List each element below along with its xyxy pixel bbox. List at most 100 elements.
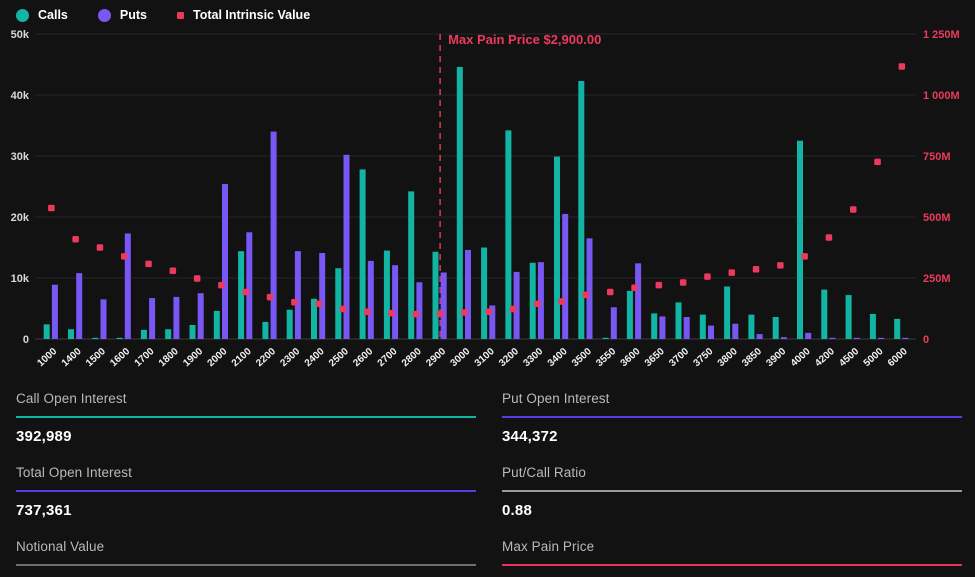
put-bar[interactable]: [659, 316, 665, 339]
put-bar[interactable]: [295, 251, 301, 339]
put-bar[interactable]: [222, 184, 228, 339]
put-bar[interactable]: [781, 337, 787, 339]
intrinsic-value-marker[interactable]: [315, 301, 322, 308]
intrinsic-value-marker[interactable]: [777, 262, 784, 269]
intrinsic-value-marker[interactable]: [340, 306, 347, 313]
intrinsic-value-marker[interactable]: [48, 205, 55, 212]
put-bar[interactable]: [246, 232, 252, 339]
call-bar[interactable]: [554, 157, 560, 339]
put-bar[interactable]: [514, 272, 520, 339]
call-bar[interactable]: [797, 141, 803, 339]
put-bar[interactable]: [878, 338, 884, 339]
put-bar[interactable]: [902, 338, 908, 339]
intrinsic-value-marker[interactable]: [170, 267, 177, 274]
intrinsic-value-marker[interactable]: [413, 311, 420, 318]
put-bar[interactable]: [732, 324, 738, 339]
legend-item-puts[interactable]: Puts: [98, 8, 147, 22]
intrinsic-value-marker[interactable]: [704, 273, 711, 280]
call-bar[interactable]: [44, 324, 50, 339]
intrinsic-value-marker[interactable]: [461, 309, 468, 316]
call-bar[interactable]: [335, 268, 341, 339]
put-bar[interactable]: [708, 326, 714, 339]
intrinsic-value-marker[interactable]: [121, 253, 128, 259]
call-bar[interactable]: [700, 315, 706, 339]
call-bar[interactable]: [724, 287, 730, 339]
put-bar[interactable]: [611, 307, 617, 339]
intrinsic-value-marker[interactable]: [607, 289, 614, 296]
put-bar[interactable]: [441, 273, 447, 339]
intrinsic-value-marker[interactable]: [801, 253, 808, 259]
call-bar[interactable]: [578, 81, 584, 339]
intrinsic-value-marker[interactable]: [583, 292, 590, 299]
put-bar[interactable]: [149, 298, 155, 339]
call-bar[interactable]: [214, 311, 220, 339]
intrinsic-value-marker[interactable]: [291, 299, 298, 306]
put-bar[interactable]: [198, 293, 204, 339]
put-bar[interactable]: [465, 250, 471, 339]
put-bar[interactable]: [805, 333, 811, 339]
put-bar[interactable]: [587, 238, 593, 339]
put-bar[interactable]: [854, 338, 860, 339]
put-bar[interactable]: [392, 265, 398, 339]
intrinsic-value-marker[interactable]: [72, 236, 79, 243]
put-bar[interactable]: [319, 253, 325, 339]
call-bar[interactable]: [676, 302, 682, 339]
put-bar[interactable]: [830, 338, 836, 339]
call-bar[interactable]: [117, 338, 123, 339]
call-bar[interactable]: [846, 295, 852, 339]
intrinsic-value-marker[interactable]: [243, 289, 250, 296]
call-bar[interactable]: [190, 325, 196, 339]
intrinsic-value-marker[interactable]: [680, 279, 687, 286]
put-bar[interactable]: [101, 299, 107, 339]
put-bar[interactable]: [173, 297, 179, 339]
call-bar[interactable]: [457, 67, 463, 339]
put-bar[interactable]: [271, 132, 277, 339]
intrinsic-value-marker[interactable]: [437, 311, 444, 318]
intrinsic-value-marker[interactable]: [194, 275, 201, 282]
intrinsic-value-marker[interactable]: [826, 234, 833, 241]
call-bar[interactable]: [627, 291, 633, 339]
intrinsic-value-marker[interactable]: [631, 285, 638, 292]
call-bar[interactable]: [92, 338, 98, 339]
call-bar[interactable]: [165, 329, 171, 339]
call-bar[interactable]: [68, 329, 74, 339]
intrinsic-value-marker[interactable]: [388, 310, 395, 317]
put-bar[interactable]: [562, 214, 568, 339]
call-bar[interactable]: [262, 322, 268, 339]
put-bar[interactable]: [76, 273, 82, 339]
call-bar[interactable]: [894, 319, 900, 339]
intrinsic-value-marker[interactable]: [218, 282, 225, 289]
put-bar[interactable]: [538, 262, 544, 339]
intrinsic-value-marker[interactable]: [510, 306, 517, 313]
put-bar[interactable]: [125, 233, 131, 339]
call-bar[interactable]: [773, 317, 779, 339]
call-bar[interactable]: [821, 290, 827, 339]
intrinsic-value-marker[interactable]: [899, 63, 906, 70]
call-bar[interactable]: [384, 251, 390, 339]
put-bar[interactable]: [757, 334, 763, 339]
call-bar[interactable]: [287, 310, 293, 339]
put-bar[interactable]: [368, 261, 374, 339]
legend-item-calls[interactable]: Calls: [16, 8, 68, 22]
intrinsic-value-marker[interactable]: [656, 282, 663, 289]
put-bar[interactable]: [416, 282, 422, 339]
put-bar[interactable]: [52, 285, 58, 339]
intrinsic-value-marker[interactable]: [486, 308, 493, 315]
legend-item-total-intrinsic-value[interactable]: Total Intrinsic Value: [177, 8, 310, 22]
intrinsic-value-marker[interactable]: [364, 308, 371, 315]
put-bar[interactable]: [684, 317, 690, 339]
call-bar[interactable]: [481, 248, 487, 340]
put-bar[interactable]: [635, 263, 641, 339]
intrinsic-value-marker[interactable]: [729, 269, 736, 276]
call-bar[interactable]: [141, 330, 147, 339]
call-bar[interactable]: [433, 252, 439, 339]
call-bar[interactable]: [870, 314, 876, 339]
intrinsic-value-marker[interactable]: [534, 301, 541, 308]
call-bar[interactable]: [748, 315, 754, 339]
intrinsic-value-marker[interactable]: [753, 266, 760, 273]
intrinsic-value-marker[interactable]: [558, 298, 565, 305]
call-bar[interactable]: [651, 313, 657, 339]
intrinsic-value-marker[interactable]: [850, 206, 857, 213]
call-bar[interactable]: [603, 338, 609, 339]
intrinsic-value-marker[interactable]: [145, 261, 152, 268]
